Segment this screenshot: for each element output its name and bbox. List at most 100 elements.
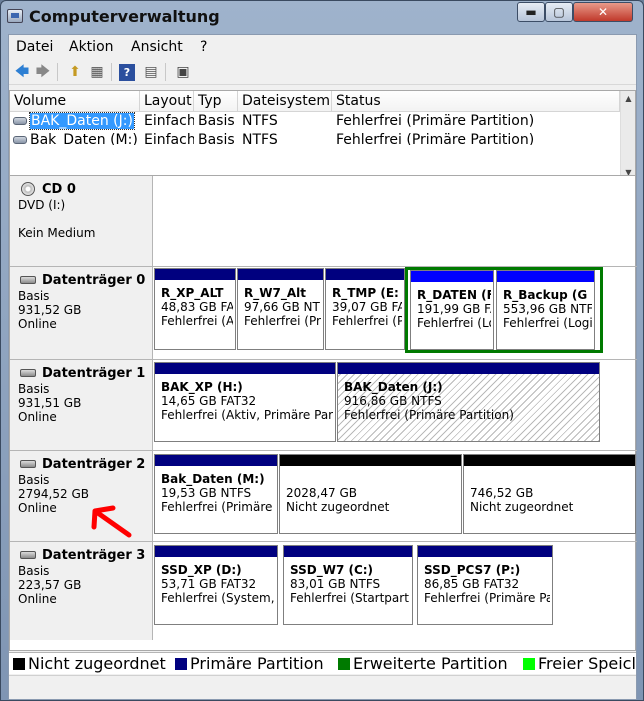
partition-name: R_XP_ALT [161,286,224,300]
back-arrow-icon[interactable]: 🡄 [12,62,32,82]
column-header-layout[interactable]: Layout [140,91,194,112]
close-button[interactable]: ✕ [573,2,633,22]
legend-swatch [523,658,535,670]
partition-status: Fehlerfrei (Logis [503,316,592,330]
vertical-scrollbar[interactable]: ▲ ▼ [620,91,635,181]
partition-status: Fehlerfrei (Primäre P [161,500,275,514]
fs-cell: NTFS [242,132,278,145]
show-hide-tree-icon[interactable]: ▦ [87,62,107,82]
partition-status: Fehlerfrei (Primäre Par [424,591,550,605]
disk-info[interactable]: Datenträger 0 Basis 931,52 GB Online [10,267,153,359]
partition-ssd-pcs7[interactable]: SSD_PCS7 (P:) 86,85 GB FAT32 Fehlerfrei … [417,545,553,625]
disk-size: 223,57 GB [18,578,82,592]
disk-settings-icon[interactable]: ▣ [173,62,193,82]
partition-ssd-w7[interactable]: SSD_W7 (C:) 83,01 GB NTFS Fehlerfrei (St… [283,545,413,625]
partition-bar [284,546,412,557]
partition-size: 14,65 GB FAT32 [161,394,257,408]
layout-cell: Einfach [144,113,194,129]
legend-swatch [175,658,187,670]
legend-label: Freier Speicl [538,654,636,673]
properties-icon[interactable]: ▤ [141,62,161,82]
partition-bak-daten-j[interactable]: BAK_Daten (J:) 916,86 GB NTFS Fehlerfrei… [337,362,600,442]
disk-row-1: Datenträger 1 Basis 931,51 GB Online BAK… [10,360,637,451]
app-window: Computerverwaltung ▬ ▢ ✕ Datei Aktion An… [0,0,644,701]
disk-name: CD 0 [18,182,152,198]
partition-name: Bak_Daten (M:) [161,472,265,486]
typ-cell: Basis [198,132,235,145]
partition-name [286,472,459,486]
partition-bak-daten-m[interactable]: Bak_Daten (M:) 19,53 GB NTFS Fehlerfrei … [154,454,278,534]
partition-size: 39,07 GB FAT [332,300,402,314]
menu-datei[interactable]: Datei [16,39,53,55]
partition-bar [418,546,552,557]
partition-bar [411,271,493,282]
computer-management-icon [7,9,23,23]
partition-bak-xp[interactable]: BAK_XP (H:) 14,65 GB FAT32 Fehlerfrei (A… [154,362,336,442]
column-header-status[interactable]: Status [332,91,620,112]
maximize-button[interactable]: ▢ [545,2,573,22]
layout-cell: Einfach [144,132,194,145]
legend-swatch [338,658,350,670]
legend-label: Primäre Partition [190,654,324,673]
partition-name: R_W7_Alt [244,286,306,300]
menu-aktion[interactable]: Aktion [69,39,114,55]
disk-type: Basis [18,473,50,487]
folder-up-icon[interactable]: ⬆ [65,62,85,82]
red-arrow-annotation [91,505,132,538]
minimize-button[interactable]: ▬ [517,2,545,22]
unallocated-space[interactable]: 746,52 GB Nicht zugeordnet [463,454,636,534]
disk-name: Datenträger 2 [18,457,152,473]
unallocated-space[interactable]: 2028,47 GB Nicht zugeordnet [279,454,462,534]
extended-partition-frame[interactable]: R_DATEN (F 191,99 GB FAT Fehlerfrei (Lo … [405,267,603,353]
partition-name: SSD_PCS7 (P:) [424,563,521,577]
partition-text: R_XP_ALT 48,83 GB FAT32 Fehlerfrei (A [161,286,233,328]
scroll-up-icon[interactable]: ▲ [621,91,636,107]
disk-size: 931,52 GB [18,303,82,317]
table-row[interactable]: Bak_Daten (M:) Einfach Basis NTFS Fehler… [10,131,620,145]
partition-name: SSD_W7 (C:) [290,563,374,577]
toolbar-separator [165,63,166,81]
legend-label: Nicht zugeordnet [28,654,166,673]
partition-status: Fehlerfrei (P [332,314,402,328]
disk-info[interactable]: Datenträger 3 Basis 223,57 GB Online [10,542,153,640]
partition-r-backup[interactable]: R_Backup (G 553,96 GB NTFS Fehlerfrei (L… [496,270,595,350]
partition-bar [155,455,277,466]
partition-text: BAK_Daten (J:) 916,86 GB NTFS Fehlerfrei… [344,380,597,422]
disk-type: DVD (I:) [18,198,66,212]
forward-arrow-icon[interactable]: 🡆 [33,62,53,82]
partition-bar [280,455,461,466]
partition-ssd-xp[interactable]: SSD_XP (D:) 53,71 GB FAT32 Fehlerfrei (S… [154,545,278,625]
column-header-dateisystem[interactable]: Dateisystem [238,91,332,112]
partition-r-w7-alt[interactable]: R_W7_Alt 97,66 GB NTF Fehlerfrei (Pri [237,268,324,350]
legend: Nicht zugeordnet Primäre Partition Erwei… [9,652,636,674]
partition-name: SSD_XP (D:) [161,563,242,577]
partition-name [470,472,633,486]
partition-r-daten[interactable]: R_DATEN (F 191,99 GB FAT Fehlerfrei (Lo [410,270,494,350]
partition-bar [497,271,594,282]
hard-disk-icon [20,460,36,468]
column-header-volume[interactable]: Volume [10,91,140,112]
partition-status: Fehlerfrei (A [161,314,233,328]
volume-cell: Bak_Daten (M:) [10,131,140,145]
disk-info[interactable]: Datenträger 1 Basis 931,51 GB Online [10,360,153,450]
disk-info[interactable]: CD 0 DVD (I:) Kein Medium [10,176,153,266]
partition-size: 553,96 GB NTFS [503,302,592,316]
menu-help[interactable]: ? [200,39,207,55]
status-cell: Fehlerfrei (Primäre Partition) [336,132,535,145]
partition-bar [155,269,235,280]
hard-disk-icon [20,551,36,559]
title-bar[interactable]: Computerverwaltung ▬ ▢ ✕ [1,1,643,33]
menu-bar: Datei Aktion Ansicht ? [9,35,636,59]
menu-ansicht[interactable]: Ansicht [131,39,183,55]
partition-text: 2028,47 GB Nicht zugeordnet [286,472,459,514]
cd-drive-icon [21,182,35,196]
partition-r-tmp[interactable]: R_TMP (E: 39,07 GB FAT Fehlerfrei (P [325,268,405,350]
partition-r-xp-alt[interactable]: R_XP_ALT 48,83 GB FAT32 Fehlerfrei (A [154,268,236,350]
disk-type: Basis [18,564,50,578]
disk-type: Basis [18,382,50,396]
legend-item-unallocated: Nicht zugeordnet [13,655,166,673]
partition-status: Fehlerfrei (Aktiv, Primäre Partit [161,408,333,422]
table-row[interactable]: BAK_Daten (J:) Einfach Basis NTFS Fehler… [10,112,620,131]
column-header-typ[interactable]: Typ [194,91,238,112]
help-icon[interactable]: ? [119,64,135,81]
